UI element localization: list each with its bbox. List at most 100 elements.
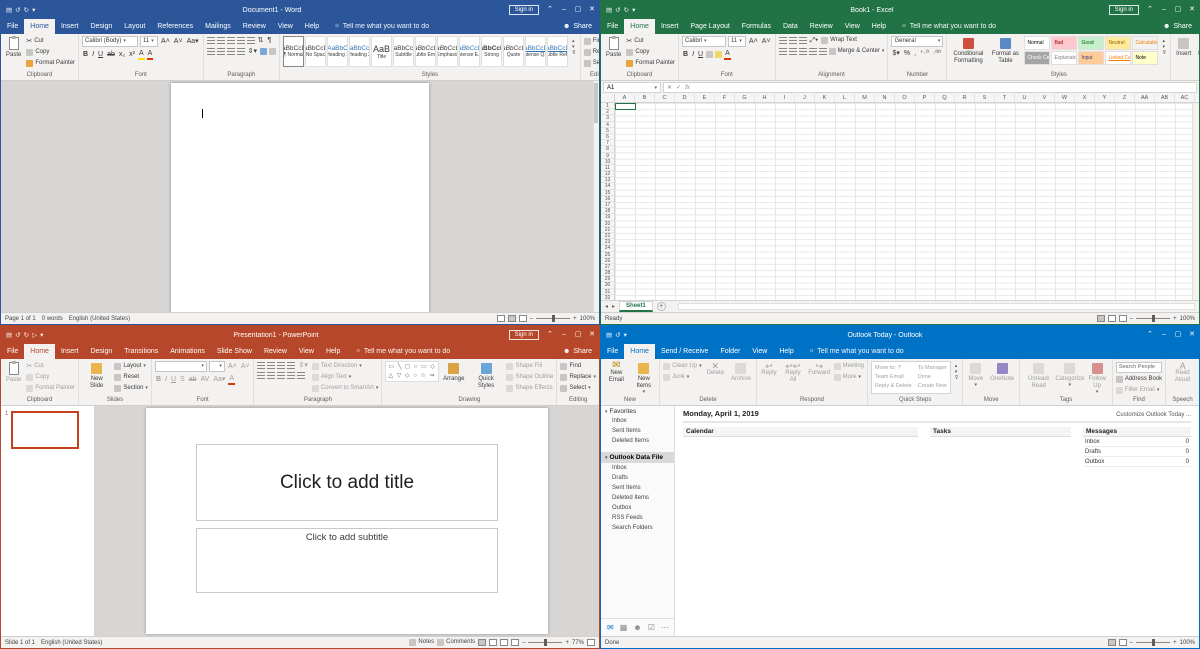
italic-icon[interactable]: I: [91, 50, 95, 59]
close-button[interactable]: ✕: [1185, 1, 1199, 19]
underline-icon[interactable]: U: [97, 50, 104, 59]
categorize-button[interactable]: Categorize▾: [1057, 361, 1082, 390]
start-slideshow-icon[interactable]: ▷: [32, 331, 37, 339]
slideshow-view-icon[interactable]: [511, 639, 519, 646]
archive-button[interactable]: Archive: [729, 361, 753, 384]
ribbon-tab[interactable]: Slide Show: [211, 344, 258, 359]
zoom-level[interactable]: 100%: [1180, 640, 1195, 646]
align-right-icon[interactable]: [227, 48, 235, 55]
zoom-in-icon[interactable]: +: [573, 316, 577, 322]
bold-icon[interactable]: B: [82, 50, 89, 59]
zoom-level[interactable]: 100%: [1180, 316, 1195, 322]
close-button[interactable]: ✕: [1185, 326, 1199, 344]
cell-style-item[interactable]: Explanatory ...: [1051, 51, 1077, 65]
paragraph-marks-icon[interactable]: ¶: [267, 36, 273, 45]
clean-up-button[interactable]: Clean Up▾: [663, 362, 702, 371]
shape-fill-button[interactable]: Shape Fill: [506, 362, 553, 371]
align-left-icon[interactable]: [779, 48, 787, 55]
column-header[interactable]: AB: [1155, 94, 1175, 102]
insert-cells-button[interactable]: Insert: [1174, 36, 1193, 59]
delete-button[interactable]: ✕Delete: [705, 361, 726, 378]
more-respond-button[interactable]: More▾: [834, 373, 864, 382]
minimize-button[interactable]: –: [557, 326, 571, 344]
paste-button[interactable]: Paste: [4, 36, 23, 60]
cell-grid[interactable]: [615, 103, 1192, 300]
line-spacing-icon[interactable]: ⇕▾: [297, 361, 308, 370]
number-format-combo[interactable]: General▾: [891, 36, 943, 47]
cut-button[interactable]: ✂Cut: [26, 362, 75, 371]
column-header[interactable]: O: [895, 94, 915, 102]
new-sheet-icon[interactable]: +: [657, 302, 666, 311]
slide-thumbnail[interactable]: [11, 411, 79, 449]
move-button[interactable]: Move▾: [966, 361, 985, 390]
font-size-combo[interactable]: 11▾: [140, 36, 158, 47]
ribbon-tab[interactable]: Animations: [164, 344, 211, 359]
language-indicator[interactable]: English (United States): [69, 316, 130, 322]
orientation-icon[interactable]: ⤢▾: [809, 36, 820, 45]
formula-input[interactable]: ✕✓fx: [663, 82, 1197, 93]
more-nav-icon[interactable]: ⋯: [661, 623, 669, 632]
shape-effects-button[interactable]: Shape Effects: [506, 384, 553, 393]
style-item[interactable]: AaBbC Heading 1: [327, 36, 348, 67]
select-button[interactable]: Select▾: [584, 59, 599, 68]
change-case-icon[interactable]: Aa▾: [186, 37, 200, 46]
align-left-icon[interactable]: [207, 48, 215, 55]
web-layout-icon[interactable]: [519, 315, 527, 322]
subscript-icon[interactable]: x₂: [118, 50, 126, 59]
ribbon-tab[interactable]: Send / Receive: [655, 344, 714, 359]
new-items-button[interactable]: New Items▾: [632, 361, 656, 397]
slide-sorter-view-icon[interactable]: [489, 639, 497, 646]
italic-icon[interactable]: I: [164, 375, 168, 384]
reply-all-button[interactable]: ↩↩Reply All: [781, 361, 805, 385]
zoom-in-icon[interactable]: +: [1173, 316, 1177, 322]
sheet-tab[interactable]: Sheet1: [619, 301, 653, 312]
name-box[interactable]: A1▾: [603, 82, 661, 93]
cut-button[interactable]: ✂Cut: [626, 37, 675, 46]
cell-style-item[interactable]: Check Cell: [1024, 51, 1050, 65]
ribbon-tab[interactable]: Insert: [55, 344, 85, 359]
ribbon-tab[interactable]: Design: [84, 344, 118, 359]
decrease-indent-icon[interactable]: [809, 48, 817, 55]
sort-icon[interactable]: ⇅: [257, 36, 265, 45]
ribbon-tab[interactable]: View: [746, 344, 773, 359]
cell-style-item[interactable]: Input: [1078, 51, 1104, 65]
data-file-header[interactable]: ▾Outlook Data File: [601, 452, 674, 463]
slide-thumbnail-panel[interactable]: 1: [1, 406, 95, 636]
scrollbar-thumb[interactable]: [594, 83, 598, 123]
junk-button[interactable]: Junk▾: [663, 373, 702, 382]
font-size-combo[interactable]: 11▾: [728, 36, 746, 47]
change-case-icon[interactable]: Aa▾: [212, 375, 226, 384]
column-header[interactable]: I: [775, 94, 795, 102]
new-slide-button[interactable]: New Slide: [82, 361, 111, 391]
column-header[interactable]: B: [635, 94, 655, 102]
cell-style-item[interactable]: Normal: [1024, 36, 1050, 50]
zoom-out-icon[interactable]: –: [522, 640, 525, 646]
shrink-font-icon[interactable]: A˅: [173, 37, 184, 46]
ribbon-tab[interactable]: Home: [624, 19, 655, 34]
minimize-button[interactable]: –: [1157, 1, 1171, 19]
select-button[interactable]: Select▾: [560, 384, 596, 393]
undo-icon[interactable]: ↺: [615, 331, 620, 339]
save-icon[interactable]: ▤: [6, 331, 12, 339]
align-left-icon[interactable]: [257, 372, 265, 379]
ribbon-tab[interactable]: Review: [804, 19, 839, 34]
ribbon-tab[interactable]: Insert: [655, 19, 685, 34]
zoom-slider[interactable]: [536, 315, 570, 322]
cancel-icon[interactable]: ✕: [667, 84, 672, 91]
decrease-indent-icon[interactable]: [277, 362, 285, 369]
ribbon-tab[interactable]: Insert: [55, 19, 85, 34]
borders-icon[interactable]: [269, 48, 276, 55]
align-middle-icon[interactable]: [789, 37, 797, 44]
tell-me-box[interactable]: ☼Tell me what you want to do: [334, 19, 429, 34]
shapes-gallery[interactable]: ▭ ╲ ◻ ○ ▭ ◇ △ ▽ ◇ ○ ☆ ⇒: [385, 361, 439, 382]
zoom-level[interactable]: 77%: [572, 640, 584, 646]
zoom-slider[interactable]: [528, 639, 562, 646]
customize-outlook-today-link[interactable]: Customize Outlook Today ...: [1116, 412, 1191, 418]
strikethrough-icon[interactable]: ab: [188, 375, 198, 384]
comma-style-icon[interactable]: ,: [913, 49, 917, 58]
cell-style-item[interactable]: Note: [1132, 51, 1158, 65]
normal-view-icon[interactable]: [478, 639, 486, 646]
convert-smartart-button[interactable]: Convert to SmartArt▾: [312, 384, 379, 393]
column-header[interactable]: R: [955, 94, 975, 102]
vertical-scrollbar[interactable]: [1192, 103, 1199, 300]
